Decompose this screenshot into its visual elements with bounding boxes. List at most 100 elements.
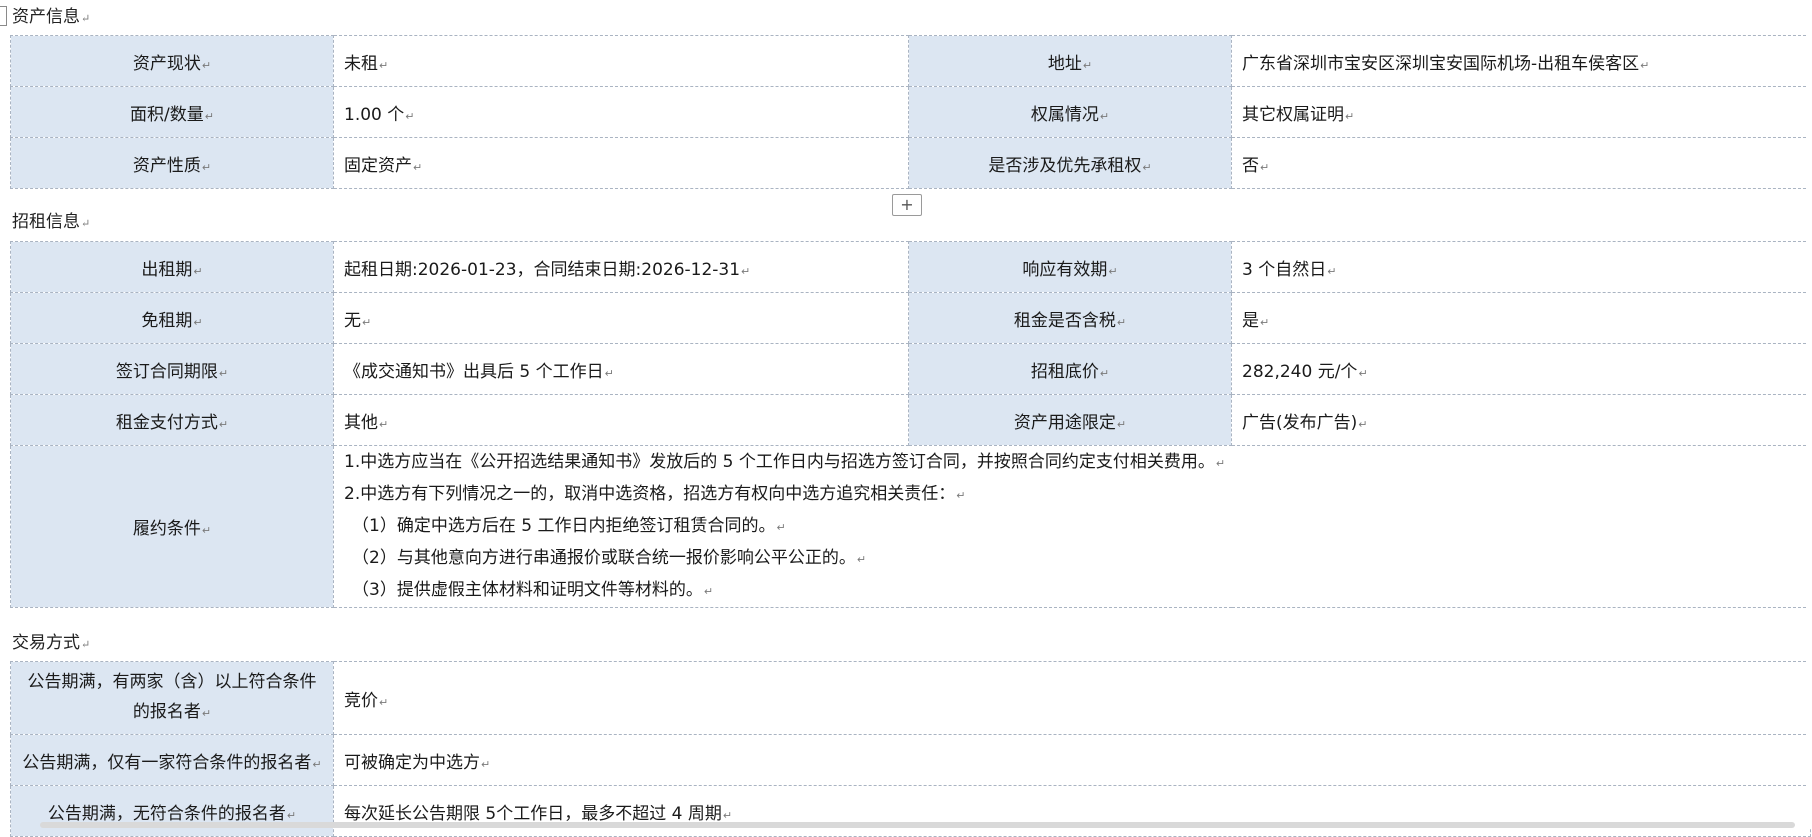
paragraph-mark-icon: ↵ bbox=[1099, 366, 1110, 380]
paragraph-mark-icon: ↵ bbox=[204, 109, 214, 123]
condition-text: 1.中选方应当在《公开招选结果通知书》发放后的 5 个工作日内与招选方签订合同，… bbox=[344, 451, 1215, 472]
lease-period-value: 起租日期:2026-01-23，合同结束日期:2026-12-31 bbox=[344, 259, 741, 280]
paragraph-mark-icon: ↵ bbox=[81, 638, 91, 651]
paragraph-mark-icon: ↵ bbox=[1116, 315, 1127, 329]
paragraph-mark-icon: ↵ bbox=[193, 315, 203, 329]
usage-limit-value: 广告(发布广告) bbox=[1242, 412, 1358, 433]
value-cell: 3 个自然日↵ bbox=[1231, 241, 1811, 293]
condition-line: （1）确定中选方后在 5 工作日内拒绝签订租赁合同的。↵ bbox=[344, 511, 1800, 543]
area-quantity-label: 面积/数量 bbox=[130, 104, 204, 125]
label-cell: 出租期↵ bbox=[10, 241, 334, 293]
condition-line: （3）提供虚假主体材料和证明文件等材料的。↵ bbox=[344, 575, 1800, 607]
label-cell: 租金是否含税↵ bbox=[908, 292, 1232, 344]
table-row: 免租期↵ 无↵ 租金是否含税↵ 是↵ bbox=[10, 292, 1811, 344]
trade-one-bidder-value: 可被确定为中选方 bbox=[344, 752, 480, 773]
table-row: 公告期满，无符合条件的报名者↵ 每次延长公告期限 5个工作日，最多不超过 4 周… bbox=[10, 785, 1811, 837]
paragraph-mark-icon: ↵ bbox=[703, 584, 714, 598]
tax-included-value: 是 bbox=[1242, 310, 1259, 331]
asset-nature-label: 资产性质 bbox=[132, 155, 201, 176]
condition-text: （2）与其他意向方进行串通报价或联合统一报价影响公平公正的。 bbox=[352, 547, 856, 568]
table-row: 签订合同期限↵ 《成交通知书》出具后 5 个工作日↵ 招租底价↵ 282,240… bbox=[10, 343, 1811, 395]
value-cell: 其他↵ bbox=[333, 394, 909, 446]
paragraph-mark-icon: ↵ bbox=[81, 217, 91, 230]
lease-period-label: 出租期 bbox=[141, 259, 193, 280]
priority-lease-label: 是否涉及优先承租权 bbox=[988, 155, 1142, 176]
label-cell: 招租底价↵ bbox=[908, 343, 1232, 395]
paragraph-mark-icon: ↵ bbox=[201, 58, 212, 72]
label-cell: 面积/数量↵ bbox=[10, 86, 334, 138]
paragraph-mark-icon: ↵ bbox=[741, 264, 751, 278]
paragraph-mark-icon: ↵ bbox=[379, 695, 389, 709]
trade-method-table: 公告期满，有两家（含）以上符合条件 的报名者↵ 竞价↵ 公告期满，仅有一家符合条件… bbox=[10, 661, 1811, 837]
condition-line: 1.中选方应当在《公开招选结果通知书》发放后的 5 个工作日内与招选方签订合同，… bbox=[344, 447, 1800, 479]
label-cell: 资产用途限定↵ bbox=[908, 394, 1232, 446]
paragraph-mark-icon: ↵ bbox=[722, 808, 733, 822]
rent-free-value: 无 bbox=[344, 310, 361, 331]
reserve-price-value: 282,240 元/个 bbox=[1242, 361, 1358, 382]
contract-deadline-value: 《成交通知书》出具后 5 个工作日 bbox=[344, 361, 604, 382]
label-cell: 公告期满，有两家（含）以上符合条件的报名者↵ bbox=[10, 661, 334, 735]
paragraph-mark-icon: ↵ bbox=[218, 417, 229, 431]
table-row: 租金支付方式↵ 其他↵ 资产用途限定↵ 广告(发布广告)↵ bbox=[10, 394, 1811, 446]
value-cell: 1.00 个↵ bbox=[333, 86, 909, 138]
trade-no-bidder-value: 每次延长公告期限 5个工作日，最多不超过 4 周期 bbox=[344, 803, 722, 824]
label-cell: 免租期↵ bbox=[10, 292, 334, 344]
paragraph-mark-icon: ↵ bbox=[1142, 160, 1152, 174]
paragraph-mark-icon: ↵ bbox=[81, 12, 91, 25]
payment-method-label: 租金支付方式 bbox=[115, 412, 218, 433]
paragraph-mark-icon: ↵ bbox=[1108, 264, 1118, 278]
contract-deadline-label: 签订合同期限 bbox=[115, 361, 218, 382]
table-row: 出租期↵ 起租日期:2026-01-23，合同结束日期:2026-12-31↵ … bbox=[10, 241, 1811, 293]
condition-line: 2.中选方有下列情况之一的，取消中选资格，招选方有权向中选方追究相关责任：↵ bbox=[344, 479, 1800, 511]
value-cell: 广东省深圳市宝安区深圳宝安国际机场-出租车侯客区↵ bbox=[1231, 35, 1811, 87]
asset-status-value: 未租 bbox=[344, 53, 378, 74]
paragraph-mark-icon: ↵ bbox=[1358, 366, 1368, 380]
value-cell: 未租↵ bbox=[333, 35, 909, 87]
rent-free-label: 免租期 bbox=[141, 310, 193, 331]
label-cell: 资产性质↵ bbox=[10, 137, 334, 189]
section-title-asset-info: 资产信息↵ bbox=[12, 2, 90, 27]
value-cell: 可被确定为中选方↵ bbox=[333, 734, 1811, 786]
paragraph-mark-icon: ↵ bbox=[201, 707, 212, 720]
condition-line: （2）与其他意向方进行串通报价或联合统一报价影响公平公正的。↵ bbox=[344, 543, 1800, 575]
label-cell: 租金支付方式↵ bbox=[10, 394, 334, 446]
paragraph-mark-icon: ↵ bbox=[481, 757, 491, 771]
lease-info-table: 出租期↵ 起租日期:2026-01-23，合同结束日期:2026-12-31↵ … bbox=[10, 241, 1811, 608]
horizontal-scrollbar[interactable] bbox=[40, 822, 1795, 828]
table-row: 面积/数量↵ 1.00 个↵ 权属情况↵ 其它权属证明↵ bbox=[10, 86, 1811, 138]
value-cell: 竞价↵ bbox=[333, 661, 1811, 735]
priority-lease-value: 否 bbox=[1242, 155, 1259, 176]
label-cell: 公告期满，无符合条件的报名者↵ bbox=[10, 785, 334, 837]
table-row: 资产性质↵ 固定资产↵ 是否涉及优先承租权↵ 否↵ bbox=[10, 137, 1811, 189]
value-cell: 是↵ bbox=[1231, 292, 1811, 344]
section-title-text: 资产信息 bbox=[12, 7, 80, 27]
label-cell: 公告期满，仅有一家符合条件的报名者↵ bbox=[10, 734, 334, 786]
label-cell: 地址↵ bbox=[908, 35, 1232, 87]
paragraph-mark-icon: ↵ bbox=[201, 524, 212, 537]
trade-no-bidder-label: 公告期满，无符合条件的报名者 bbox=[47, 803, 286, 824]
asset-nature-value: 固定资产 bbox=[344, 155, 412, 176]
value-cell: 《成交通知书》出具后 5 个工作日↵ bbox=[333, 343, 909, 395]
label-cell: 权属情况↵ bbox=[908, 86, 1232, 138]
table-row: 资产现状↵ 未租↵ 地址↵ 广东省深圳市宝安区深圳宝安国际机场-出租车侯客区↵ bbox=[10, 35, 1811, 87]
condition-text: （3）提供虚假主体材料和证明文件等材料的。 bbox=[352, 579, 703, 600]
section-title-trade-method: 交易方式↵ bbox=[12, 628, 90, 653]
paragraph-mark-icon: ↵ bbox=[405, 109, 415, 123]
value-cell: 无↵ bbox=[333, 292, 909, 344]
table-row: 公告期满，有两家（含）以上符合条件 的报名者↵ 竞价↵ bbox=[10, 661, 1811, 735]
paragraph-mark-icon: ↵ bbox=[1260, 160, 1270, 174]
trade-two-bidders-label-line1: 公告期满，有两家（含）以上符合条件 bbox=[27, 672, 317, 692]
paragraph-mark-icon: ↵ bbox=[1116, 417, 1127, 431]
paragraph-mark-icon: ↵ bbox=[1082, 58, 1093, 72]
ownership-value: 其它权属证明 bbox=[1242, 104, 1344, 125]
paragraph-mark-icon: ↵ bbox=[1358, 417, 1368, 431]
value-cell: 每次延长公告期限 5个工作日，最多不超过 4 周期↵ bbox=[333, 785, 1811, 837]
page-right-edge bbox=[1808, 0, 1812, 828]
paragraph-mark-icon: ↵ bbox=[379, 417, 389, 431]
paragraph-mark-icon: ↵ bbox=[1099, 109, 1110, 123]
table-row: 履约条件↵ 1.中选方应当在《公开招选结果通知书》发放后的 5 个工作日内与招选… bbox=[10, 445, 1811, 608]
response-validity-value: 3 个自然日 bbox=[1242, 259, 1327, 280]
trade-two-bidders-label-line2: 的报名者 bbox=[132, 702, 201, 722]
add-row-button[interactable]: + bbox=[892, 194, 922, 216]
paragraph-mark-icon: ↵ bbox=[193, 264, 203, 278]
